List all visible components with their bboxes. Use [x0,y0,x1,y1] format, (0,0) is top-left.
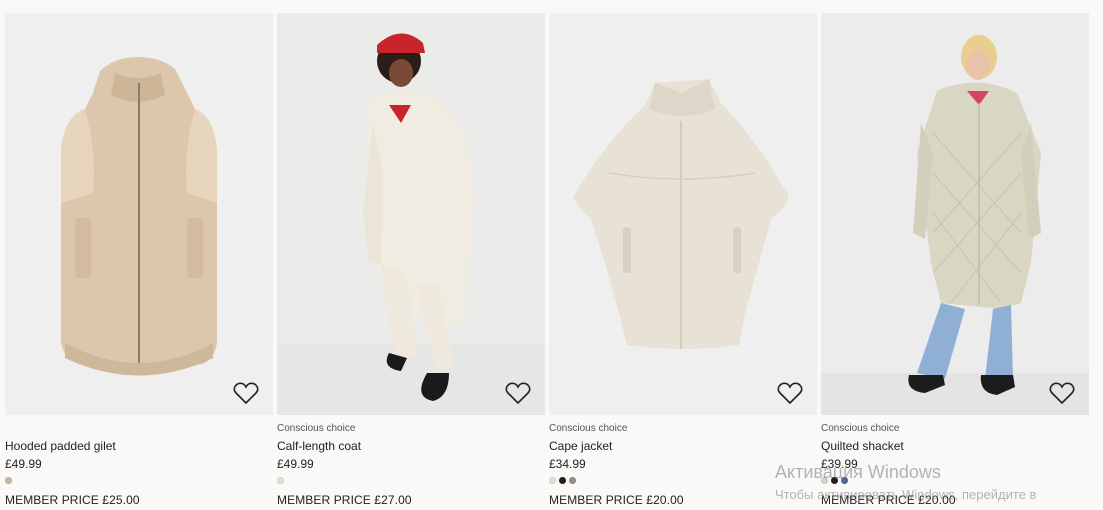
product-image[interactable] [5,13,273,415]
product-card-cape-jacket[interactable]: Conscious choice Cape jacket £34.99 MEMB… [549,13,817,510]
heart-icon[interactable] [1049,381,1075,405]
heart-icon[interactable] [233,381,259,405]
member-price: MEMBER PRICE £20.00 [549,493,684,507]
product-image-shacket [821,13,1089,415]
product-card-hooded-padded-gilet[interactable]: Hooded padded gilet £49.99 MEMBER PRICE … [5,13,273,510]
product-info: Hooded padded gilet £49.99 MEMBER PRICE … [5,415,273,510]
product-title[interactable]: Calf-length coat [277,439,361,453]
product-info: Conscious choice Cape jacket £34.99 MEMB… [549,415,817,510]
color-swatch[interactable] [559,477,566,484]
product-image[interactable] [821,13,1089,415]
product-tag: Conscious choice [277,423,356,434]
product-title[interactable]: Cape jacket [549,439,612,453]
product-info: Conscious choice Quilted shacket £39.99 … [821,415,1089,510]
product-title[interactable]: Quilted shacket [821,439,904,453]
product-tag: Conscious choice [821,423,900,434]
heart-icon[interactable] [777,381,803,405]
product-tag: Conscious choice [549,423,628,434]
color-swatches [277,477,284,484]
color-swatches [549,477,576,484]
color-swatch[interactable] [821,477,828,484]
product-price: £34.99 [549,457,586,471]
product-info: Conscious choice Calf-length coat £49.99… [277,415,545,510]
color-swatch[interactable] [5,477,12,484]
color-swatches [821,477,848,484]
member-price: MEMBER PRICE £25.00 [5,493,140,507]
member-price: MEMBER PRICE £27.00 [277,493,412,507]
heart-icon[interactable] [505,381,531,405]
color-swatch[interactable] [841,477,848,484]
product-image-coat [277,13,545,415]
color-swatch[interactable] [277,477,284,484]
product-grid: Hooded padded gilet £49.99 MEMBER PRICE … [5,13,1089,510]
product-price: £49.99 [277,457,314,471]
color-swatch[interactable] [831,477,838,484]
product-image-gilet [5,13,273,415]
product-image[interactable] [277,13,545,415]
product-image-cape [549,13,817,415]
color-swatch[interactable] [549,477,556,484]
product-price: £39.99 [821,457,858,471]
product-card-quilted-shacket[interactable]: Conscious choice Quilted shacket £39.99 … [821,13,1089,510]
color-swatch[interactable] [569,477,576,484]
product-image[interactable] [549,13,817,415]
product-price: £49.99 [5,457,42,471]
product-card-calf-length-coat[interactable]: Conscious choice Calf-length coat £49.99… [277,13,545,510]
color-swatches [5,477,12,484]
member-price: MEMBER PRICE £20.00 [821,493,956,507]
product-title[interactable]: Hooded padded gilet [5,439,116,453]
